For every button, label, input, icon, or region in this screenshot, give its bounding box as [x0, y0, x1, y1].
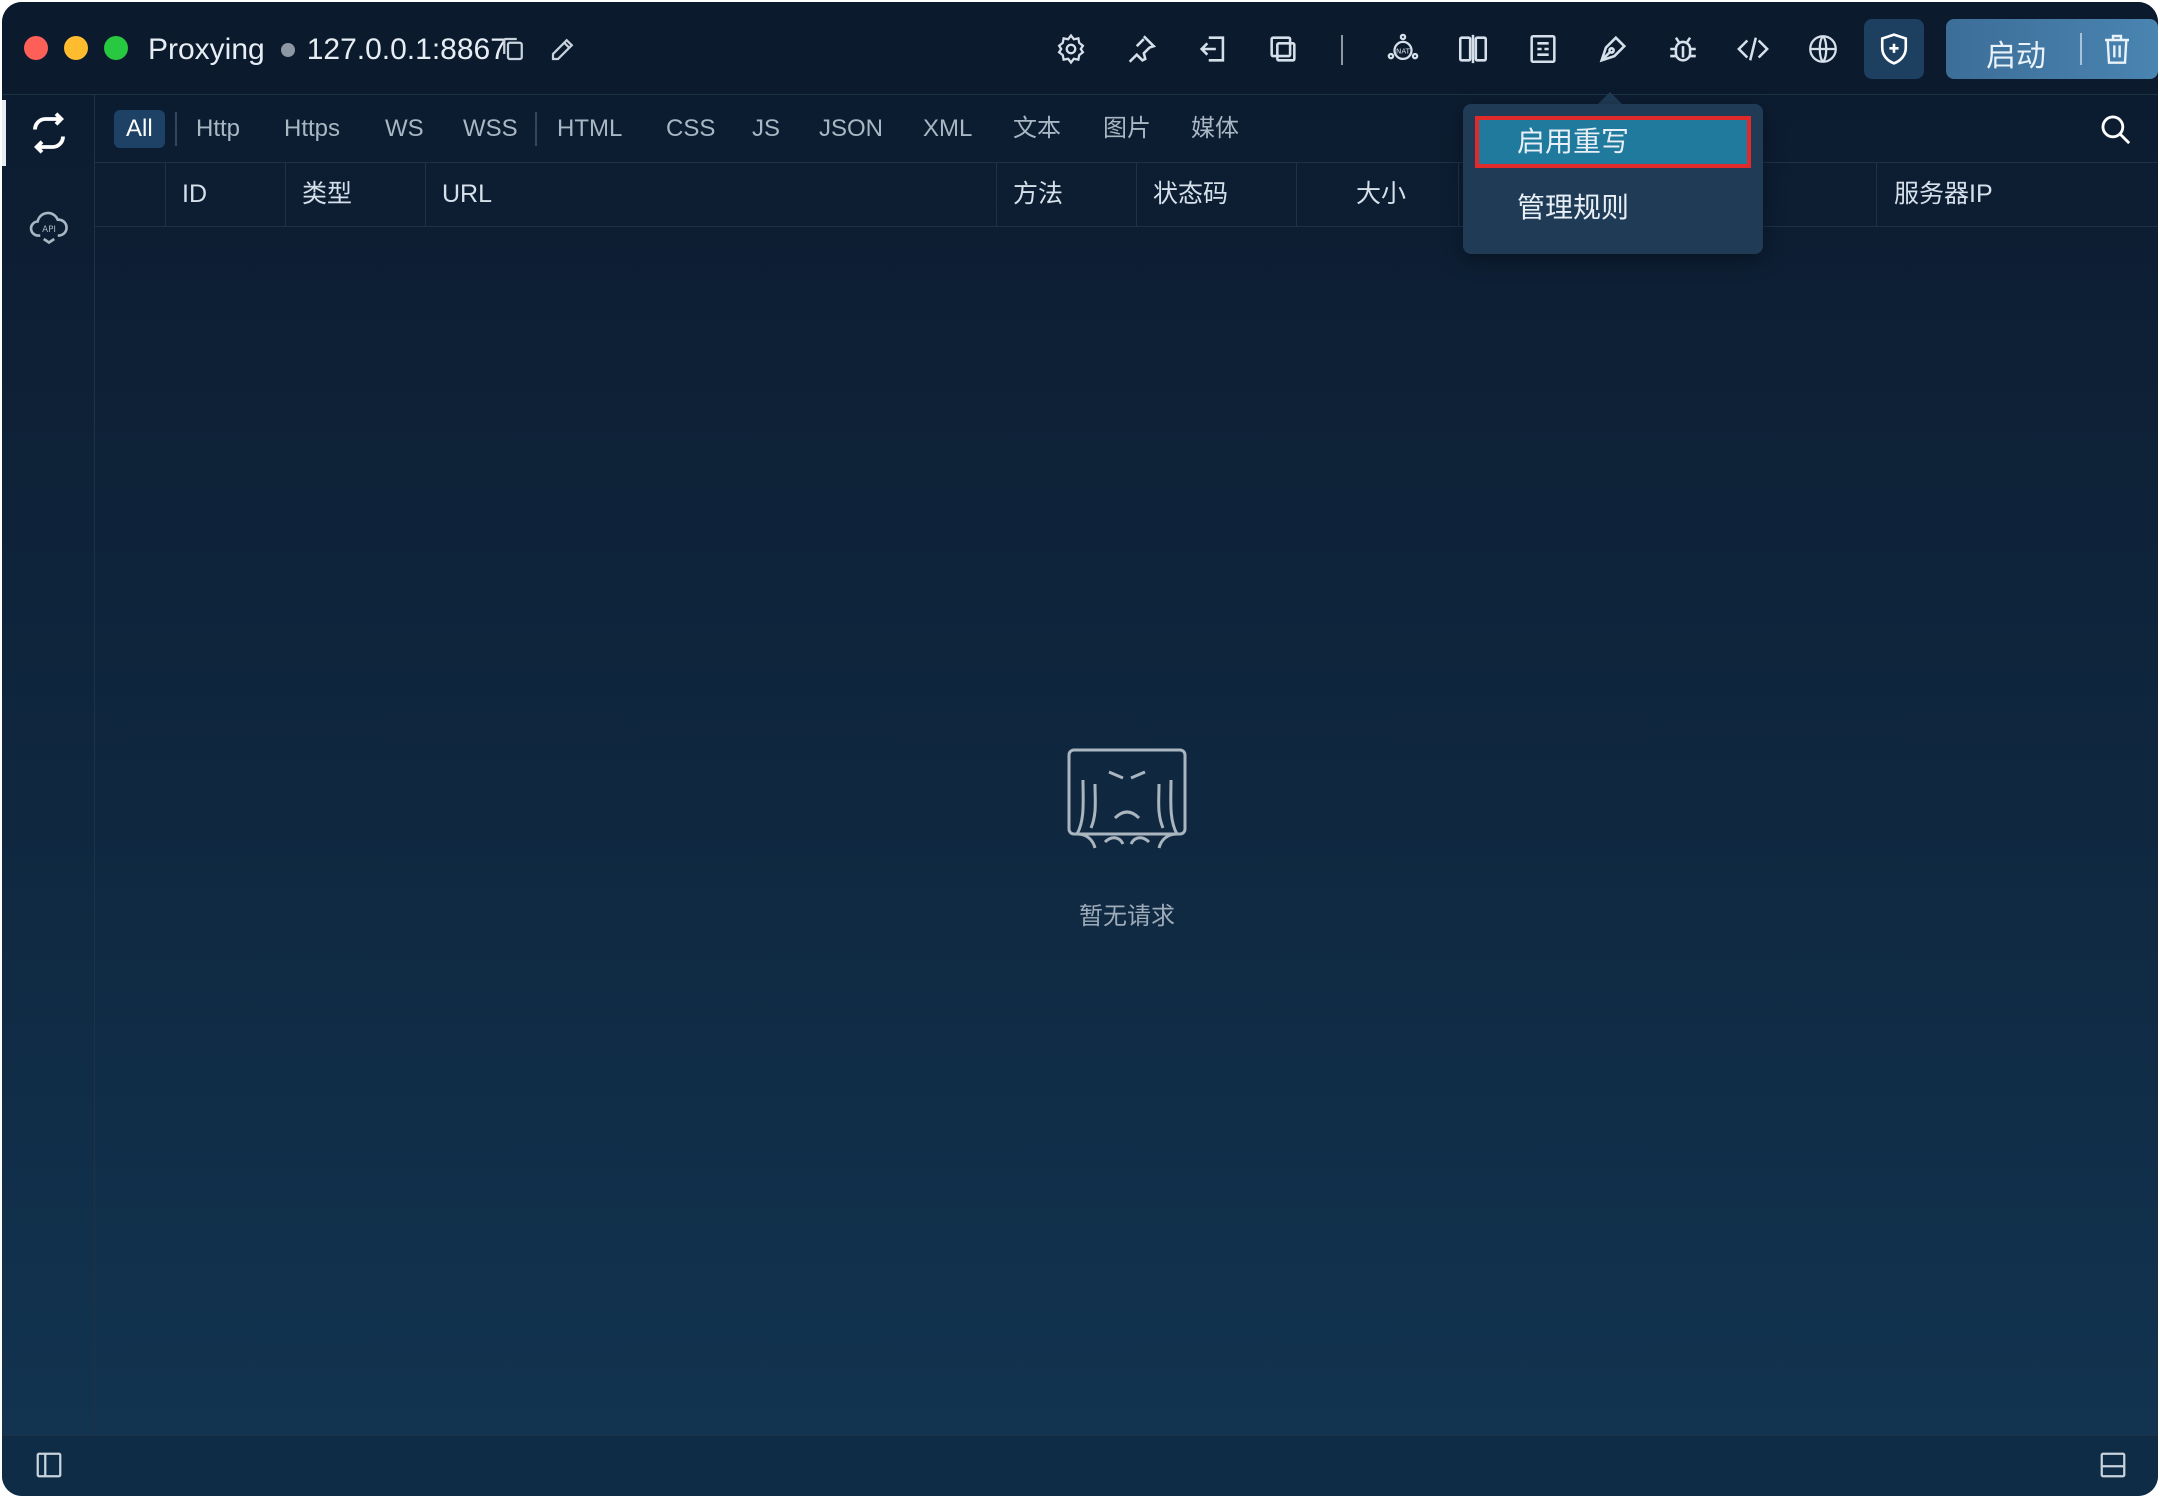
zoom-window-button[interactable]	[104, 36, 128, 60]
proxy-address: 127.0.0.1:8867	[306, 33, 507, 66]
column-divider[interactable]	[425, 162, 426, 226]
menu-item-manage-rules[interactable]: 管理规则	[1475, 182, 1751, 234]
column-header-size[interactable]: 大小	[1356, 162, 1406, 226]
filter-js[interactable]: JS	[752, 110, 780, 148]
filter-https[interactable]: Https	[284, 110, 340, 148]
status-dot-icon	[280, 43, 295, 57]
pin-icon[interactable]	[1124, 32, 1158, 66]
filter-separator	[535, 112, 537, 146]
toolbar-separator	[1341, 35, 1343, 65]
start-button[interactable]: 启动	[1946, 19, 2158, 79]
column-divider[interactable]	[1296, 162, 1297, 226]
table-header: ID 类型 URL 方法 状态码 大小 服务器IP	[95, 162, 2158, 227]
column-header-method[interactable]: 方法	[1013, 162, 1063, 226]
globe-icon[interactable]	[1806, 32, 1840, 66]
column-header-type[interactable]: 类型	[302, 162, 352, 226]
ssl-shield-button[interactable]	[1864, 19, 1924, 79]
column-header-url[interactable]: URL	[442, 162, 492, 226]
menu-item-label: 启用重写	[1517, 126, 1630, 157]
column-divider[interactable]	[996, 162, 997, 226]
column-header-server-ip[interactable]: 服务器IP	[1894, 162, 1993, 226]
filter-wss[interactable]: WSS	[463, 110, 518, 148]
app-window: Proxying 127.0.0.1:8867 NAT 启动 API All H…	[2, 2, 2158, 1496]
filter-xml[interactable]: XML	[923, 110, 972, 148]
copy-window-icon[interactable]	[1266, 32, 1300, 66]
filter-html[interactable]: HTML	[557, 110, 622, 148]
nat-icon[interactable]: NAT	[1386, 32, 1420, 66]
menu-item-label: 管理规则	[1517, 192, 1630, 223]
svg-text:API: API	[42, 225, 56, 235]
column-header-id[interactable]: ID	[182, 162, 207, 226]
filter-image[interactable]: 图片	[1103, 110, 1151, 148]
gear-icon[interactable]	[1054, 32, 1088, 66]
left-rail: API	[2, 94, 95, 1434]
split-compare-icon[interactable]	[1456, 32, 1490, 66]
rewrite-pen-icon[interactable]	[1596, 32, 1630, 66]
filter-separator	[175, 112, 177, 146]
code-icon[interactable]	[1736, 32, 1770, 66]
filter-json[interactable]: JSON	[819, 110, 883, 148]
filter-all[interactable]: All	[114, 110, 165, 148]
split-layout-icon[interactable]	[2098, 1450, 2128, 1480]
title-bar: Proxying 127.0.0.1:8867 NAT 启动	[2, 2, 2158, 95]
copy-address-icon[interactable]	[498, 34, 528, 64]
column-divider[interactable]	[1876, 162, 1877, 226]
rewrite-dropdown-menu: 启用重写 管理规则	[1463, 104, 1763, 254]
search-icon[interactable]	[2098, 112, 2132, 146]
sync-icon[interactable]	[28, 112, 70, 154]
column-divider[interactable]	[1136, 162, 1137, 226]
edit-address-icon[interactable]	[548, 34, 578, 64]
filter-text[interactable]: 文本	[1013, 110, 1061, 148]
filter-bar: All Http Https WS WSS HTML CSS JS JSON X…	[95, 94, 2158, 163]
filter-http[interactable]: Http	[196, 110, 240, 148]
rail-active-indicator	[2, 100, 6, 166]
start-button-divider	[2080, 33, 2082, 65]
proxy-status: Proxying 127.0.0.1:8867	[148, 30, 507, 70]
breakpoint-icon[interactable]	[1526, 32, 1560, 66]
filter-ws[interactable]: WS	[385, 110, 424, 148]
bug-icon[interactable]	[1666, 32, 1700, 66]
status-label: Proxying	[148, 33, 265, 66]
column-divider[interactable]	[1458, 162, 1459, 226]
sidebar-toggle-icon[interactable]	[34, 1450, 64, 1480]
svg-text:NAT: NAT	[1396, 46, 1411, 55]
column-divider[interactable]	[165, 162, 166, 226]
minimize-window-button[interactable]	[64, 36, 88, 60]
shield-icon	[1880, 33, 1908, 65]
empty-state-text: 暂无请求	[1079, 903, 1175, 930]
status-bar	[2, 1435, 2158, 1496]
menu-item-enable-rewrite[interactable]: 启用重写	[1475, 116, 1751, 168]
api-cloud-icon[interactable]: API	[28, 204, 70, 246]
column-divider[interactable]	[285, 162, 286, 226]
filter-media[interactable]: 媒体	[1191, 110, 1239, 148]
trash-icon[interactable]	[2101, 32, 2133, 66]
import-icon[interactable]	[1196, 32, 1230, 66]
column-header-status[interactable]: 状态码	[1153, 162, 1228, 226]
dropdown-arrow	[1598, 92, 1622, 104]
filter-css[interactable]: CSS	[666, 110, 715, 148]
close-window-button[interactable]	[24, 36, 48, 60]
empty-state-icon	[1065, 746, 1189, 856]
start-button-label: 启动	[1986, 40, 2046, 73]
